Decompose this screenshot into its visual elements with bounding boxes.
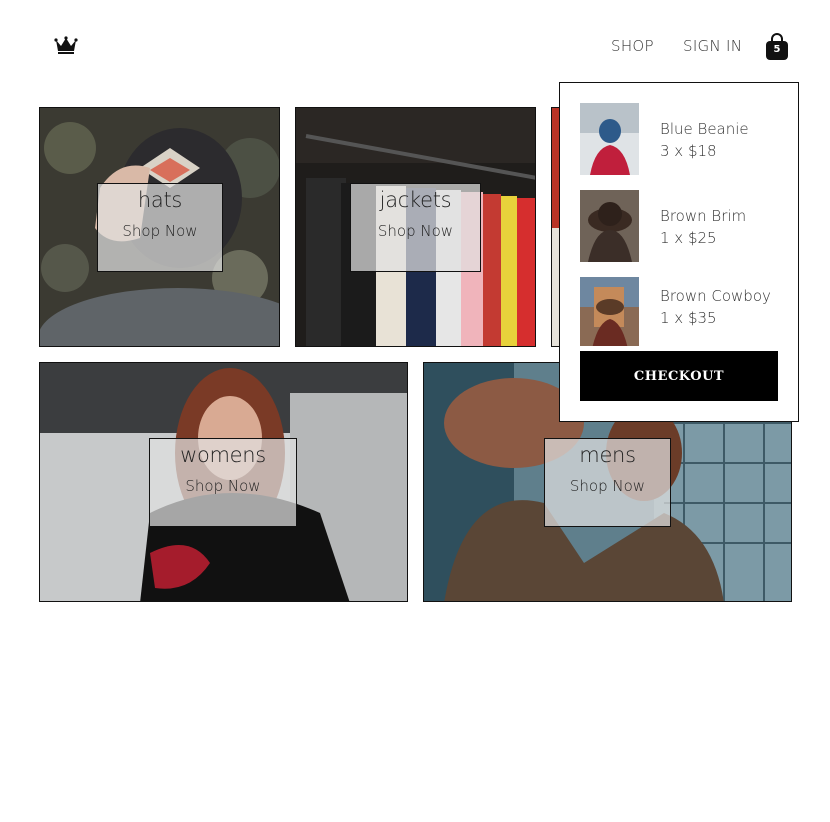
category-tile-jackets[interactable]: jackets Shop Now [295, 107, 536, 347]
cart-item-qty-price: 1 x $35 [660, 309, 717, 327]
cart-item-qty-price: 3 x $18 [660, 142, 717, 160]
cart-items-list: Blue Beanie 3 x $18 Brown Brim 1 x $25 B… [580, 103, 780, 346]
cart-button[interactable]: 5 [764, 33, 790, 61]
cart-count-badge: 5 [773, 44, 781, 55]
cart-dropdown: Blue Beanie 3 x $18 Brown Brim 1 x $25 B… [559, 82, 799, 422]
category-label: jackets Shop Now [350, 183, 481, 272]
cart-item-info: Blue Beanie 3 x $18 [660, 118, 780, 162]
cart-item-thumbnail [580, 103, 639, 175]
category-title: hats [137, 188, 183, 212]
page: SHOP SIGN IN 5 hats Shop Now jackets Sho… [0, 0, 830, 822]
cart-item-name: Brown Cowboy [660, 287, 771, 305]
checkout-button[interactable]: CHECKOUT [580, 351, 778, 401]
shop-now-link[interactable]: Shop Now [150, 477, 296, 495]
shop-now-link[interactable]: Shop Now [98, 222, 222, 240]
shop-now-link[interactable]: Shop Now [351, 222, 480, 240]
category-title: womens [180, 443, 266, 467]
category-title: mens [579, 443, 636, 467]
cart-item-thumbnail [580, 190, 639, 262]
header: SHOP SIGN IN 5 [0, 0, 830, 90]
cart-item-thumbnail [580, 277, 639, 346]
cart-item-name: Blue Beanie [660, 120, 749, 138]
cart-item: Blue Beanie 3 x $18 [580, 103, 780, 190]
category-label: hats Shop Now [97, 183, 223, 272]
crown-icon[interactable] [54, 35, 78, 55]
category-title: jackets [379, 188, 452, 212]
cart-item-info: Brown Cowboy 1 x $35 [660, 285, 780, 329]
nav-shop-link[interactable]: SHOP [611, 37, 654, 55]
category-label: mens Shop Now [544, 438, 671, 527]
nav-signin-link[interactable]: SIGN IN [683, 37, 742, 55]
category-label: womens Shop Now [149, 438, 297, 527]
cart-item-info: Brown Brim 1 x $25 [660, 205, 780, 249]
category-tile-womens[interactable]: womens Shop Now [39, 362, 408, 602]
cart-item: Brown Cowboy 1 x $35 [580, 277, 780, 346]
cart-item: Brown Brim 1 x $25 [580, 190, 780, 277]
shop-now-link[interactable]: Shop Now [545, 477, 670, 495]
cart-item-qty-price: 1 x $25 [660, 229, 717, 247]
category-tile-hats[interactable]: hats Shop Now [39, 107, 280, 347]
cart-item-name: Brown Brim [660, 207, 747, 225]
